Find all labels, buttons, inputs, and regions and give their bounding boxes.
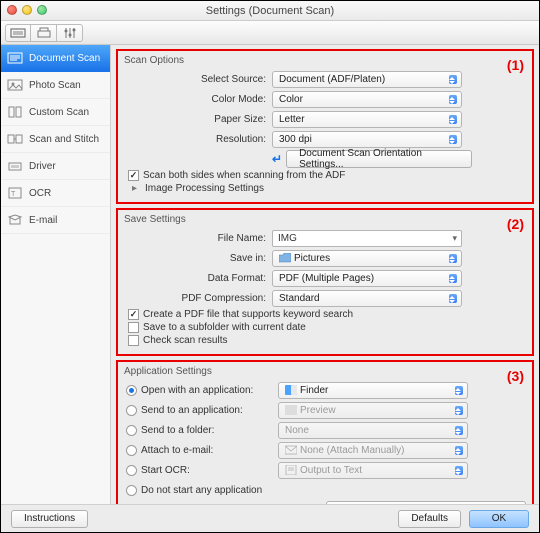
titlebar: Settings (Document Scan)	[1, 1, 539, 21]
label-paper-size: Paper Size:	[124, 114, 272, 125]
checkbox-scan-both-sides[interactable]	[128, 170, 139, 181]
sidebar-item-label: Custom Scan	[29, 107, 89, 118]
label-open-with-app: Open with an application:	[141, 385, 253, 396]
select-paper-size[interactable]: Letter	[272, 111, 462, 128]
section-title: Save Settings	[124, 214, 526, 225]
select-attach-email[interactable]: None (Attach Manually)	[278, 442, 468, 459]
label-check-results: Check scan results	[143, 335, 227, 346]
radio-open-with-app[interactable]	[126, 385, 137, 396]
select-color-mode[interactable]: Color	[272, 91, 462, 108]
finder-icon	[285, 385, 297, 395]
sidebar-item-label: Photo Scan	[29, 80, 81, 91]
select-start-ocr[interactable]: Output to Text	[278, 462, 468, 479]
section-title: Scan Options	[124, 55, 526, 66]
sidebar-item-label: Driver	[29, 161, 56, 172]
label-select-source: Select Source:	[124, 74, 272, 85]
instructions-button[interactable]: Instructions	[11, 510, 88, 528]
toolbar	[1, 21, 539, 45]
select-send-to-folder[interactable]: None	[278, 422, 468, 439]
label-image-processing: Image Processing Settings	[145, 183, 264, 194]
sidebar-item-label: OCR	[29, 188, 51, 199]
window-controls	[7, 5, 47, 15]
select-source[interactable]: Document (ADF/Platen)	[272, 71, 462, 88]
sidebar-item-label: Document Scan	[29, 53, 100, 64]
toolbar-printer-icon[interactable]	[31, 24, 57, 42]
mail-icon	[285, 445, 297, 455]
label-color-mode: Color Mode:	[124, 94, 272, 105]
zoom-icon[interactable]	[37, 5, 47, 15]
label-keyword-search: Create a PDF file that supports keyword …	[143, 309, 353, 320]
close-icon[interactable]	[7, 5, 17, 15]
text-icon	[285, 465, 297, 475]
select-resolution[interactable]: 300 dpi	[272, 131, 462, 148]
svg-text:T: T	[11, 191, 16, 198]
window-title: Settings (Document Scan)	[206, 5, 334, 17]
label-do-not-start: Do not start any application	[141, 485, 262, 496]
toolbar-scan-icon[interactable]	[5, 24, 31, 42]
ok-button[interactable]: OK	[469, 510, 529, 528]
callout-1: (1)	[507, 57, 524, 73]
checkbox-subfolder-date[interactable]	[128, 322, 139, 333]
minimize-icon[interactable]	[22, 5, 32, 15]
checkbox-keyword-search[interactable]	[128, 309, 139, 320]
label-file-name: File Name:	[124, 233, 272, 244]
sidebar-item-email[interactable]: E-mail	[1, 207, 110, 234]
sidebar-item-ocr[interactable]: T OCR	[1, 180, 110, 207]
label-send-to-app: Send to an application:	[141, 405, 243, 416]
select-save-in[interactable]: Pictures	[272, 250, 462, 267]
sidebar-item-scan-stitch[interactable]: Scan and Stitch	[1, 126, 110, 153]
label-attach-email: Attach to e-mail:	[141, 445, 213, 456]
orientation-settings-button[interactable]: Document Scan Orientation Settings...	[286, 150, 472, 168]
sidebar-item-label: Scan and Stitch	[29, 134, 99, 145]
select-data-format[interactable]: PDF (Multiple Pages)	[272, 270, 462, 287]
main-pane: Scan Options (1) Select Source: Document…	[111, 45, 539, 505]
label-scan-both-sides: Scan both sides when scanning from the A…	[143, 170, 345, 181]
radio-send-to-folder[interactable]	[126, 425, 137, 436]
folder-icon	[279, 253, 291, 263]
label-resolution: Resolution:	[124, 134, 272, 145]
section-title: Application Settings	[124, 366, 526, 377]
radio-attach-email[interactable]	[126, 445, 137, 456]
preview-icon	[285, 405, 297, 415]
label-data-format: Data Format:	[124, 273, 272, 284]
callout-2: (2)	[507, 216, 524, 232]
input-file-name[interactable]: IMG	[272, 230, 462, 247]
toolbar-sliders-icon[interactable]	[57, 24, 83, 42]
disclosure-triangle-icon[interactable]: ▸	[132, 183, 137, 194]
sidebar-item-document-scan[interactable]: Document Scan	[1, 45, 110, 72]
label-subfolder-date: Save to a subfolder with current date	[143, 322, 306, 333]
sidebar-item-label: E-mail	[29, 215, 57, 226]
return-icon: ↵	[272, 152, 282, 166]
defaults-button[interactable]: Defaults	[398, 510, 461, 528]
section-application-settings: Application Settings (3) Open with an ap…	[116, 360, 534, 505]
callout-3: (3)	[507, 368, 524, 384]
select-open-with-app[interactable]: Finder	[278, 382, 468, 399]
sidebar-item-driver[interactable]: Driver	[1, 153, 110, 180]
label-send-to-folder: Send to a folder:	[141, 425, 214, 436]
checkbox-check-results[interactable]	[128, 335, 139, 346]
radio-start-ocr[interactable]	[126, 465, 137, 476]
sidebar-item-photo-scan[interactable]: Photo Scan	[1, 72, 110, 99]
sidebar-item-custom-scan[interactable]: Custom Scan	[1, 99, 110, 126]
label-start-ocr: Start OCR:	[141, 465, 190, 476]
radio-do-not-start[interactable]	[126, 485, 137, 496]
section-save-settings: Save Settings (2) File Name: IMG Save in…	[116, 208, 534, 356]
sidebar: Document Scan Photo Scan Custom Scan Sca…	[1, 45, 111, 505]
label-save-in: Save in:	[124, 253, 272, 264]
footer: Instructions Defaults OK	[1, 504, 539, 532]
select-send-to-app[interactable]: Preview	[278, 402, 468, 419]
select-pdf-compression[interactable]: Standard	[272, 290, 462, 307]
section-scan-options: Scan Options (1) Select Source: Document…	[116, 49, 534, 204]
radio-send-to-app[interactable]	[126, 405, 137, 416]
label-pdf-compression: PDF Compression:	[124, 293, 272, 304]
